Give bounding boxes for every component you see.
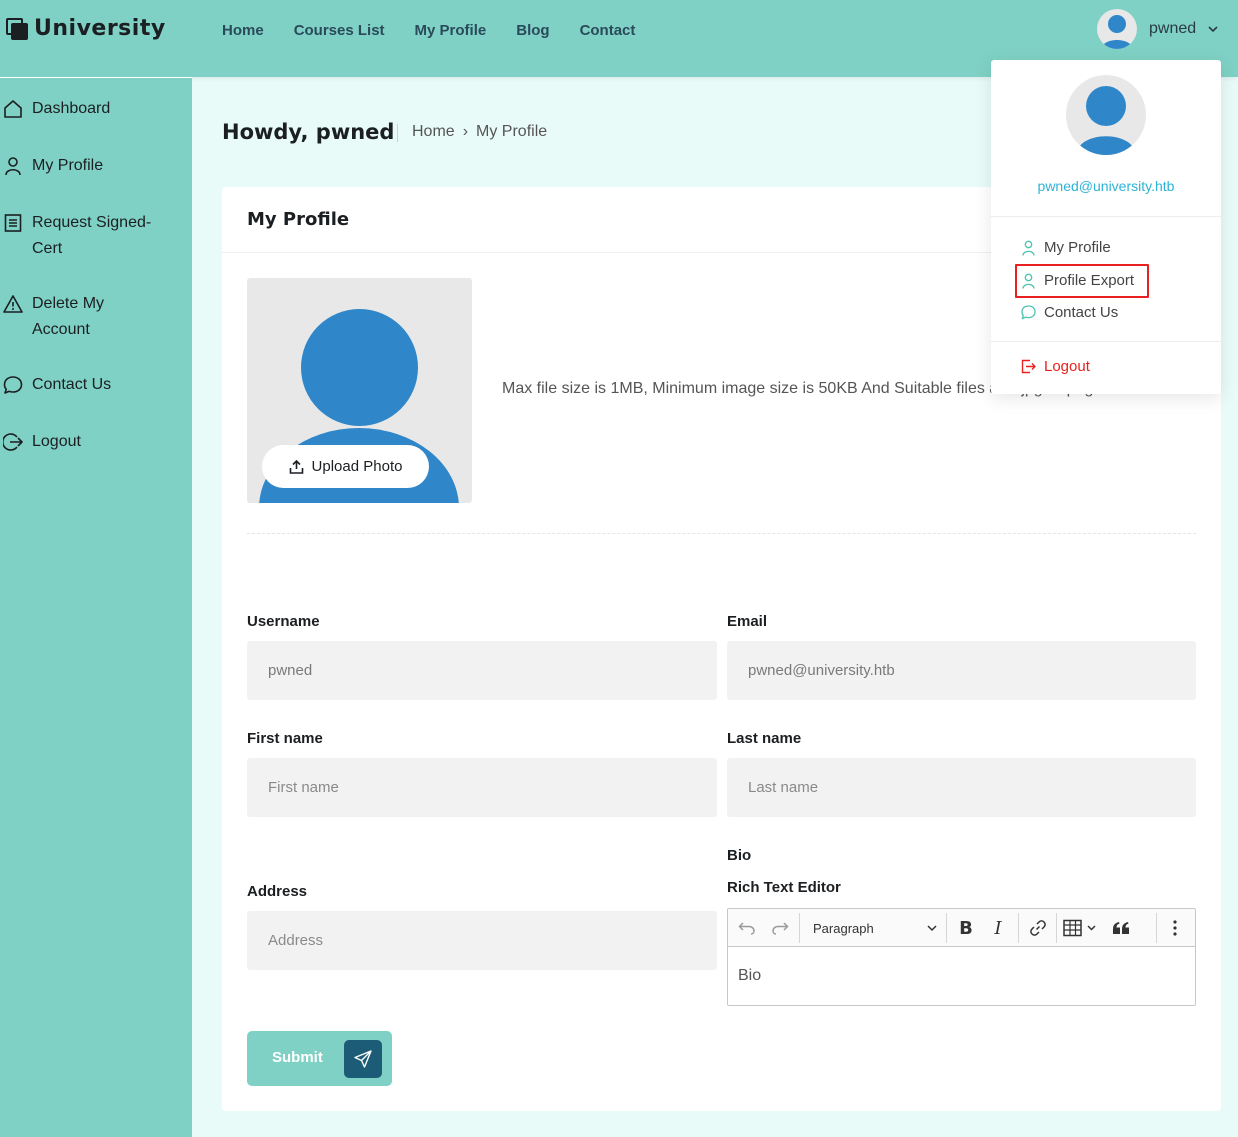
sidebar-item-label: My Profile [32,157,104,174]
bio-rich-text-editor: Paragraph B I Bio [727,908,1196,1006]
dropdown-item-logout[interactable]: Logout [1021,358,1090,375]
upload-icon [289,459,303,474]
sidebar-item-label: Contact Us [32,376,112,393]
user-menu-toggle[interactable]: pwned [1097,9,1218,49]
sidebar-item-delete-account[interactable]: Delete My Account [2,291,142,343]
chevron-down-icon [1208,26,1218,33]
sidebar-item-label: Request Signed-Cert [32,214,152,257]
sidebar-item-label: Dashboard [32,100,111,117]
bold-icon[interactable]: B [955,915,977,941]
sidebar-item-contact-us[interactable]: Contact Us [2,372,182,398]
upload-photo-button[interactable]: Upload Photo [262,445,429,488]
address-label: Address [247,883,308,900]
redo-icon[interactable] [769,915,791,941]
nav-my-profile[interactable]: My Profile [415,20,487,42]
submit-button[interactable]: Submit [247,1031,392,1086]
brand-logo-icon [6,17,28,40]
block-format-value: Paragraph [813,920,874,936]
dropdown-item-label: Profile Export [1044,272,1135,289]
block-format-select[interactable]: Paragraph [805,915,945,941]
editor-toolbar: Paragraph B I [728,909,1195,947]
user-dropdown-menu: pwned@university.htb My Profile Profile … [991,60,1221,394]
dropdown-item-my-profile[interactable]: My Profile [1021,239,1111,256]
breadcrumb: Home › My Profile [412,123,547,141]
user-avatar [1097,9,1137,49]
home-icon [2,96,24,122]
breadcrumb-home-link[interactable]: Home [412,123,455,141]
undo-icon[interactable] [736,915,758,941]
document-icon [2,210,24,236]
last-name-label: Last name [727,730,802,747]
dropdown-divider [991,216,1221,217]
dropdown-email: pwned@university.htb [1037,178,1175,194]
username-field[interactable] [247,641,717,700]
sidebar-item-dashboard[interactable]: Dashboard [2,96,182,122]
first-name-label: First name [247,730,323,747]
nav-contact[interactable]: Contact [580,20,636,42]
sidebar: Dashboard My Profile Request Signed-Cert… [0,77,192,1137]
nav-blog[interactable]: Blog [516,20,549,42]
dropdown-avatar [1066,75,1146,155]
chat-icon [1021,305,1036,320]
email-label: Email [727,613,768,630]
first-name-field[interactable] [247,758,717,817]
last-name-field[interactable] [727,758,1196,817]
profile-photo: Upload Photo [247,278,472,503]
nav-courses-list[interactable]: Courses List [294,20,385,42]
user-icon [1022,273,1035,289]
sidebar-item-label: Logout [32,433,81,450]
user-icon [1022,240,1035,256]
user-icon [2,153,24,179]
link-icon[interactable] [1027,915,1049,941]
more-options-icon[interactable] [1165,915,1185,941]
main-nav: Home Courses List My Profile Blog Contac… [222,20,635,42]
brand-logo-link[interactable]: University [6,16,166,41]
breadcrumb-separator: › [462,123,469,140]
dropdown-item-profile-export[interactable]: Profile Export [1021,272,1134,289]
page-greeting: Howdy, pwned [222,120,395,144]
submit-label: Submit [272,1049,323,1066]
send-icon [344,1040,382,1078]
username-label: Username [247,613,320,630]
card-title: My Profile [247,209,350,230]
upload-photo-label: Upload Photo [311,458,403,475]
sidebar-item-label: Delete My Account [32,295,105,338]
logout-icon [1021,359,1036,374]
warning-icon [2,291,24,317]
dropdown-item-label: My Profile [1044,239,1111,256]
chevron-down-icon [927,925,937,932]
avatar-head-shape [301,309,418,426]
sidebar-item-logout[interactable]: Logout [2,429,182,455]
dropdown-item-label: Contact Us [1044,304,1119,321]
address-field[interactable] [247,911,717,970]
breadcrumb-current: My Profile [476,123,548,140]
section-divider [247,533,1196,534]
logout-icon [2,429,24,455]
user-name: pwned [1149,20,1197,37]
blockquote-icon[interactable] [1110,915,1132,941]
dropdown-divider [991,341,1221,342]
bio-editor-content[interactable]: Bio [738,967,761,985]
sidebar-item-my-profile[interactable]: My Profile [2,153,182,179]
rich-text-editor-label: Rich Text Editor [727,879,841,896]
table-icon[interactable] [1062,915,1100,941]
nav-home[interactable]: Home [222,20,264,42]
breadcrumb-divider [397,124,398,142]
email-field[interactable] [727,641,1196,700]
dropdown-item-contact-us[interactable]: Contact Us [1021,304,1118,321]
chat-icon [2,372,24,398]
dropdown-logout-label: Logout [1044,358,1090,375]
sidebar-item-request-signed-cert[interactable]: Request Signed-Cert [2,210,167,262]
brand-name: University [34,16,166,41]
bio-label: Bio [727,847,752,864]
italic-icon[interactable]: I [987,915,1009,941]
